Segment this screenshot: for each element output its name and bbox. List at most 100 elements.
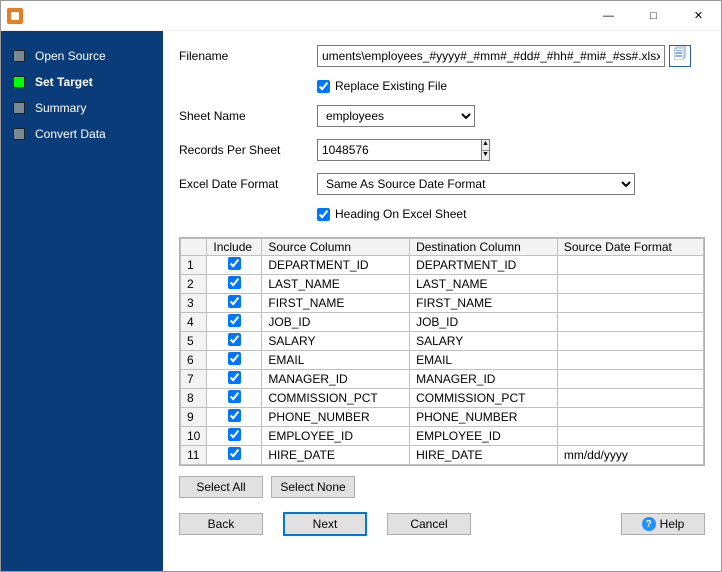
table-row[interactable]: 3FIRST_NAMEFIRST_NAME bbox=[181, 294, 704, 313]
records-per-sheet-input[interactable] bbox=[317, 139, 481, 161]
minimize-button[interactable]: ― bbox=[586, 1, 631, 31]
col-header-date-format[interactable]: Source Date Format bbox=[557, 239, 703, 256]
include-cell[interactable] bbox=[207, 275, 262, 294]
source-date-format-cell[interactable] bbox=[557, 256, 703, 275]
include-checkbox[interactable] bbox=[228, 295, 241, 308]
destination-column-cell[interactable]: PHONE_NUMBER bbox=[410, 408, 558, 427]
select-all-button[interactable]: Select All bbox=[179, 476, 263, 498]
include-checkbox[interactable] bbox=[228, 409, 241, 422]
include-checkbox[interactable] bbox=[228, 276, 241, 289]
include-cell[interactable] bbox=[207, 332, 262, 351]
include-checkbox[interactable] bbox=[228, 257, 241, 270]
source-column-cell[interactable]: COMMISSION_PCT bbox=[262, 389, 410, 408]
source-column-cell[interactable]: DEPARTMENT_ID bbox=[262, 256, 410, 275]
destination-column-cell[interactable]: JOB_ID bbox=[410, 313, 558, 332]
include-checkbox[interactable] bbox=[228, 333, 241, 346]
destination-column-cell[interactable]: MANAGER_ID bbox=[410, 370, 558, 389]
filename-input[interactable] bbox=[317, 45, 665, 67]
source-column-cell[interactable]: MANAGER_ID bbox=[262, 370, 410, 389]
source-column-cell[interactable]: SALARY bbox=[262, 332, 410, 351]
col-header-destination[interactable]: Destination Column bbox=[410, 239, 558, 256]
source-date-format-cell[interactable] bbox=[557, 370, 703, 389]
source-date-format-cell[interactable] bbox=[557, 427, 703, 446]
browse-button[interactable]: 🗐 bbox=[669, 45, 691, 67]
source-date-format-cell[interactable] bbox=[557, 351, 703, 370]
close-button[interactable]: ✕ bbox=[676, 1, 721, 31]
destination-column-cell[interactable]: COMMISSION_PCT bbox=[410, 389, 558, 408]
excel-date-format-combo[interactable]: Same As Source Date Format bbox=[317, 173, 635, 195]
table-row[interactable]: 6 EMAILEMAIL bbox=[181, 351, 704, 370]
table-row[interactable]: 7MANAGER_IDMANAGER_ID bbox=[181, 370, 704, 389]
col-header-source[interactable]: Source Column bbox=[262, 239, 410, 256]
include-cell[interactable] bbox=[207, 446, 262, 465]
spinner-down-button[interactable]: ▼ bbox=[482, 151, 489, 161]
table-row[interactable]: 1DEPARTMENT_IDDEPARTMENT_ID bbox=[181, 256, 704, 275]
include-cell[interactable] bbox=[207, 389, 262, 408]
source-column-cell[interactable]: FIRST_NAME bbox=[262, 294, 410, 313]
sheet-name-combo[interactable]: employees bbox=[317, 105, 475, 127]
cancel-button[interactable]: Cancel bbox=[387, 513, 471, 535]
source-date-format-cell[interactable] bbox=[557, 294, 703, 313]
include-cell[interactable] bbox=[207, 427, 262, 446]
destination-column-cell[interactable]: SALARY bbox=[410, 332, 558, 351]
row-number: 11 bbox=[181, 446, 207, 465]
table-row[interactable]: 10EMPLOYEE_IDEMPLOYEE_ID bbox=[181, 427, 704, 446]
app-icon bbox=[7, 8, 23, 24]
include-checkbox[interactable] bbox=[228, 390, 241, 403]
destination-column-cell[interactable]: DEPARTMENT_ID bbox=[410, 256, 558, 275]
include-cell[interactable] bbox=[207, 351, 262, 370]
spinner-up-button[interactable]: ▲ bbox=[482, 140, 489, 151]
table-row[interactable]: 4JOB_IDJOB_ID bbox=[181, 313, 704, 332]
include-cell[interactable] bbox=[207, 313, 262, 332]
source-column-cell[interactable]: HIRE_DATE bbox=[262, 446, 410, 465]
destination-column-cell[interactable]: LAST_NAME bbox=[410, 275, 558, 294]
heading-on-sheet-checkbox[interactable] bbox=[317, 208, 330, 221]
table-row[interactable]: 11HIRE_DATEHIRE_DATEmm/dd/yyyy bbox=[181, 446, 704, 465]
include-cell[interactable] bbox=[207, 370, 262, 389]
maximize-button[interactable]: □ bbox=[631, 1, 676, 31]
destination-column-cell[interactable]: HIRE_DATE bbox=[410, 446, 558, 465]
next-button[interactable]: Next bbox=[283, 512, 367, 536]
include-cell[interactable] bbox=[207, 294, 262, 313]
sidebar-item-convert-data[interactable]: Convert Data bbox=[9, 121, 163, 147]
sidebar-item-summary[interactable]: Summary bbox=[9, 95, 163, 121]
sidebar-item-open-source[interactable]: Open Source bbox=[9, 43, 163, 69]
source-date-format-cell[interactable] bbox=[557, 275, 703, 294]
replace-existing-checkbox[interactable] bbox=[317, 80, 330, 93]
include-cell[interactable] bbox=[207, 408, 262, 427]
include-checkbox[interactable] bbox=[228, 447, 241, 460]
help-button[interactable]: ? Help bbox=[621, 513, 705, 535]
destination-column-cell[interactable]: FIRST_NAME bbox=[410, 294, 558, 313]
source-date-format-cell[interactable] bbox=[557, 389, 703, 408]
source-column-cell[interactable]: PHONE_NUMBER bbox=[262, 408, 410, 427]
table-row[interactable]: 8COMMISSION_PCTCOMMISSION_PCT bbox=[181, 389, 704, 408]
source-date-format-cell[interactable] bbox=[557, 313, 703, 332]
destination-column-cell[interactable]: EMAIL bbox=[410, 351, 558, 370]
include-cell[interactable] bbox=[207, 256, 262, 275]
sidebar-item-label: Set Target bbox=[35, 75, 93, 89]
col-header-include[interactable]: Include bbox=[207, 239, 262, 256]
sidebar-item-label: Convert Data bbox=[35, 127, 106, 141]
table-row[interactable]: 2LAST_NAMELAST_NAME bbox=[181, 275, 704, 294]
row-number: 5 bbox=[181, 332, 207, 351]
source-column-cell[interactable]: JOB_ID bbox=[262, 313, 410, 332]
source-date-format-cell[interactable] bbox=[557, 408, 703, 427]
table-row[interactable]: 5 SALARYSALARY bbox=[181, 332, 704, 351]
heading-on-sheet-label: Heading On Excel Sheet bbox=[335, 207, 466, 221]
include-checkbox[interactable] bbox=[228, 428, 241, 441]
source-column-cell[interactable]: EMAIL bbox=[262, 351, 410, 370]
source-date-format-cell[interactable]: mm/dd/yyyy bbox=[557, 446, 703, 465]
source-column-cell[interactable]: LAST_NAME bbox=[262, 275, 410, 294]
back-button[interactable]: Back bbox=[179, 513, 263, 535]
include-checkbox[interactable] bbox=[228, 371, 241, 384]
source-date-format-cell[interactable] bbox=[557, 332, 703, 351]
destination-column-cell[interactable]: EMPLOYEE_ID bbox=[410, 427, 558, 446]
row-number: 6 bbox=[181, 351, 207, 370]
source-column-cell[interactable]: EMPLOYEE_ID bbox=[262, 427, 410, 446]
select-none-button[interactable]: Select None bbox=[271, 476, 355, 498]
sidebar-item-set-target[interactable]: Set Target bbox=[9, 69, 163, 95]
include-checkbox[interactable] bbox=[228, 314, 241, 327]
step-box-icon bbox=[13, 76, 25, 88]
table-row[interactable]: 9PHONE_NUMBERPHONE_NUMBER bbox=[181, 408, 704, 427]
include-checkbox[interactable] bbox=[228, 352, 241, 365]
